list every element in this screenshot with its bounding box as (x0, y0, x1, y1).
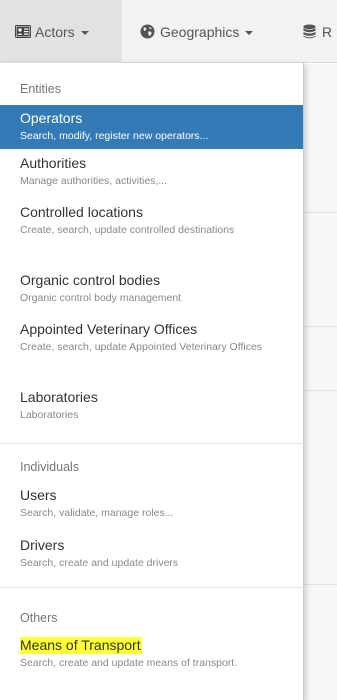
menu-item-appointed-veterinary-offices[interactable]: Appointed Veterinary Offices Create, sea… (0, 321, 303, 377)
menu-item-operators[interactable]: Operators Search, modify, register new o… (0, 105, 303, 149)
actors-menu-toggle[interactable]: Actors (0, 0, 122, 63)
section-header-entities: Entities (20, 82, 61, 96)
background-divider (304, 212, 337, 213)
menu-item-title: Laboratories (20, 389, 98, 405)
menu-item-description: Search, validate, manage roles... (20, 507, 174, 519)
geographics-menu-toggle[interactable]: Geographics (140, 0, 254, 63)
background-divider (304, 390, 337, 391)
section-header-individuals: Individuals (20, 460, 80, 474)
menu-item-users[interactable]: Users Search, validate, manage roles... (0, 487, 303, 527)
menu-item-controlled-locations[interactable]: Controlled locations Create, search, upd… (0, 204, 303, 260)
menu-item-description: Laboratories (20, 409, 79, 421)
geographics-menu-label: Geographics (160, 23, 240, 40)
chevron-down-icon (245, 30, 254, 35)
menu-item-description: Organic control body management (20, 292, 182, 304)
section-header-others: Others (20, 611, 58, 625)
menu-item-title: Drivers (20, 537, 65, 553)
menu-item-means-of-transport[interactable]: Means of Transport Search, create and up… (0, 637, 303, 697)
background-divider (304, 326, 337, 327)
menu-item-description: Create, search, update Appointed Veterin… (20, 341, 263, 353)
menu-item-drivers[interactable]: Drivers Search, create and update driver… (0, 537, 303, 577)
database-icon (303, 24, 316, 39)
reference-menu-label: R (322, 23, 333, 40)
menu-item-organic-control-bodies[interactable]: Organic control bodies Organic control b… (0, 272, 303, 312)
reference-menu-toggle[interactable]: R (302, 0, 332, 63)
actors-menu-label: Actors (35, 23, 75, 40)
chevron-down-icon (80, 30, 89, 35)
menu-item-description: Search, create and update means of trans… (20, 657, 238, 669)
menu-item-title: Operators (20, 110, 83, 126)
menu-item-title: Appointed Veterinary Offices (20, 321, 198, 337)
menu-item-authorities[interactable]: Authorities Manage authorities, activiti… (0, 155, 303, 195)
background-page (304, 64, 337, 700)
menu-item-description: Create, search, update controlled destin… (20, 224, 235, 236)
menu-divider (0, 587, 304, 588)
menu-item-description: Search, modify, register new operators..… (20, 130, 209, 142)
menu-item-title: Controlled locations (20, 204, 143, 220)
id-card-icon (15, 25, 31, 38)
background-divider (304, 584, 337, 585)
menu-item-title: Means of Transport (20, 637, 142, 654)
top-navbar: Actors Geographics R (0, 0, 337, 63)
menu-item-description: Manage authorities, activities,... (20, 175, 168, 187)
menu-item-title: Users (20, 487, 57, 503)
actors-dropdown-menu: Entities Operators Search, modify, regis… (0, 63, 304, 700)
globe-icon (140, 24, 155, 39)
menu-item-description: Search, create and update drivers (20, 557, 179, 569)
menu-divider (0, 443, 304, 444)
menu-item-title: Organic control bodies (20, 272, 161, 288)
menu-item-title: Authorities (20, 155, 87, 171)
menu-item-laboratories[interactable]: Laboratories Laboratories (0, 389, 303, 429)
